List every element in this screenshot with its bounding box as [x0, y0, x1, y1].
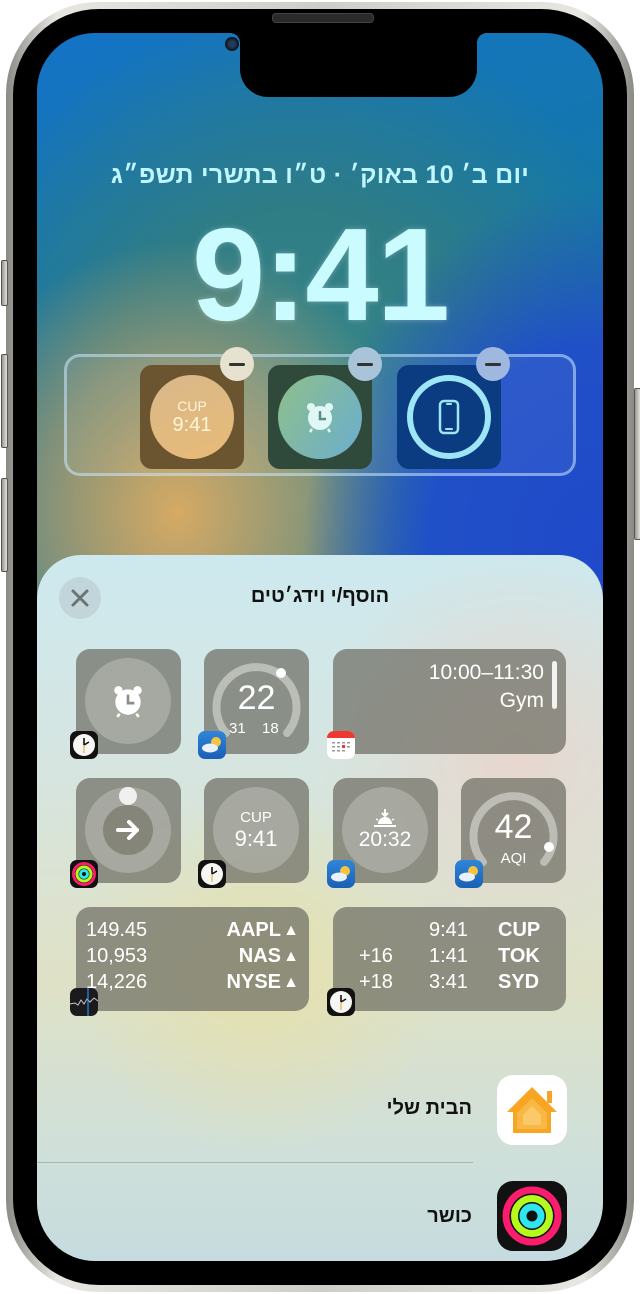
clock-time: 3:41 [429, 971, 468, 993]
activity-progress-dot [119, 787, 137, 805]
widget-time: 9:41 [234, 825, 278, 851]
fitness-app-icon [497, 1181, 567, 1251]
suggested-widget-sunset[interactable]: 20:32 [327, 778, 438, 888]
minus-icon [229, 362, 245, 366]
widget-time: 9:41 [172, 413, 212, 436]
event-color-bar [552, 661, 557, 709]
suggested-widget-calendar[interactable]: 10:00–11:30 Gym [327, 649, 566, 759]
sheet-title: הוסף/י וידג׳טים [250, 585, 390, 607]
stock-value: 149.45 [86, 919, 148, 941]
stock-row: 149.45 AAPL ▲ [86, 919, 299, 945]
lock-widget-battery[interactable] [397, 365, 501, 469]
widget-circle: CUP 9:41 [213, 787, 299, 873]
volume-down-button [1, 478, 8, 572]
suggested-widget-world-clocks[interactable]: 9:41 CUP +16 1:41 TOK +18 3:41 SYD [327, 907, 566, 1016]
suggested-widget-activity[interactable] [70, 778, 181, 888]
clock-time: 1:41 [429, 945, 468, 967]
tz-offset: +18 [359, 971, 393, 993]
suggested-widget-alarm[interactable] [70, 649, 181, 759]
widget-circle: 20:32 [342, 787, 428, 873]
widget-city: CUP [240, 808, 272, 826]
arrow-right-icon [116, 820, 139, 840]
stock-row: 14,226 NYSE ▲ [86, 971, 299, 997]
action-button [1, 260, 8, 306]
calendar-app-icon [327, 731, 355, 759]
clock-city: CUP [498, 919, 541, 941]
high-temp: 31 [229, 720, 246, 737]
sunset-time: 20:32 [358, 828, 412, 851]
stock-symbol: NAS [238, 945, 281, 967]
widget-city: CUP [177, 397, 207, 414]
notch [230, 33, 487, 97]
stock-symbol: AAPL [226, 919, 281, 941]
minus-icon [357, 362, 373, 366]
remove-widget-button[interactable] [476, 347, 510, 381]
alarm-clock-icon [114, 686, 142, 718]
battery-ring [407, 375, 491, 459]
widget-circle [278, 375, 362, 459]
date-line[interactable]: יום ב׳ 10 באוק׳ · ט״ו בתשרי תשפ״ג [37, 161, 603, 190]
fitness-app-icon [70, 860, 98, 888]
lock-widget-alarm[interactable] [268, 365, 372, 469]
list-divider [37, 1162, 473, 1163]
weather-app-icon [327, 860, 355, 888]
stock-symbol: NYSE [226, 971, 281, 993]
remove-widget-button[interactable] [348, 347, 382, 381]
clock-app-icon [198, 860, 226, 888]
clock-app-icon [70, 731, 98, 759]
event-time: 10:00–11:30 [428, 661, 544, 684]
current-temp: 22 [237, 679, 276, 717]
power-button [634, 388, 640, 540]
earpiece-speaker [272, 13, 374, 23]
trend-up-icon: ▲ [283, 948, 299, 965]
clock-city: TOK [498, 945, 540, 967]
tz-offset: +16 [359, 945, 393, 967]
trend-up-icon: ▲ [283, 974, 299, 991]
suggested-widget-world-clock[interactable]: CUP 9:41 [198, 778, 309, 888]
app-label: הבית שלי [386, 1097, 472, 1119]
trend-up-icon: ▲ [283, 922, 299, 939]
clock-app-icon [327, 988, 355, 1016]
remove-widget-button[interactable] [220, 347, 254, 381]
suggested-widget-temperature[interactable]: 22 31 18 [198, 649, 309, 759]
lock-screen: יום ב׳ 10 באוק׳ · ט״ו בתשרי תשפ״ג 9:41 C… [37, 33, 603, 1261]
stock-value: 10,953 [86, 945, 148, 967]
home-app-icon [497, 1075, 567, 1145]
widget-circle [85, 658, 171, 744]
widget-circle: CUP 9:41 [150, 375, 234, 459]
clock-city: SYD [498, 971, 540, 993]
iphone-icon [438, 399, 460, 435]
event-title: Gym [499, 689, 544, 712]
stocks-app-icon [70, 988, 98, 1016]
suggested-widget-aqi[interactable]: 42 AQI [455, 778, 566, 888]
lock-widget-world-clock[interactable]: CUP 9:41 [140, 365, 244, 469]
clock-row: 9:41 CUP [333, 919, 566, 945]
app-label: כושר [427, 1205, 472, 1227]
lock-time[interactable]: 9:41 [37, 209, 603, 341]
weather-app-icon [198, 731, 226, 759]
volume-up-button [1, 354, 8, 448]
front-camera [225, 37, 239, 51]
weather-app-icon [455, 860, 483, 888]
clock-row: +18 3:41 SYD [333, 971, 566, 997]
alarm-clock-icon [307, 403, 333, 433]
stock-row: 10,953 NAS ▲ [86, 945, 299, 971]
clock-row: +16 1:41 TOK [333, 945, 566, 971]
sunset-icon [374, 809, 396, 827]
low-temp: 18 [262, 720, 279, 737]
suggested-widget-stocks[interactable]: 149.45 AAPL ▲ 10,953 NAS ▲ 14,226 NYSE ▲ [70, 907, 309, 1016]
activity-inner [103, 805, 153, 855]
clock-time: 9:41 [429, 919, 468, 941]
minus-icon [485, 362, 501, 366]
aqi-value: 42 [494, 808, 533, 846]
